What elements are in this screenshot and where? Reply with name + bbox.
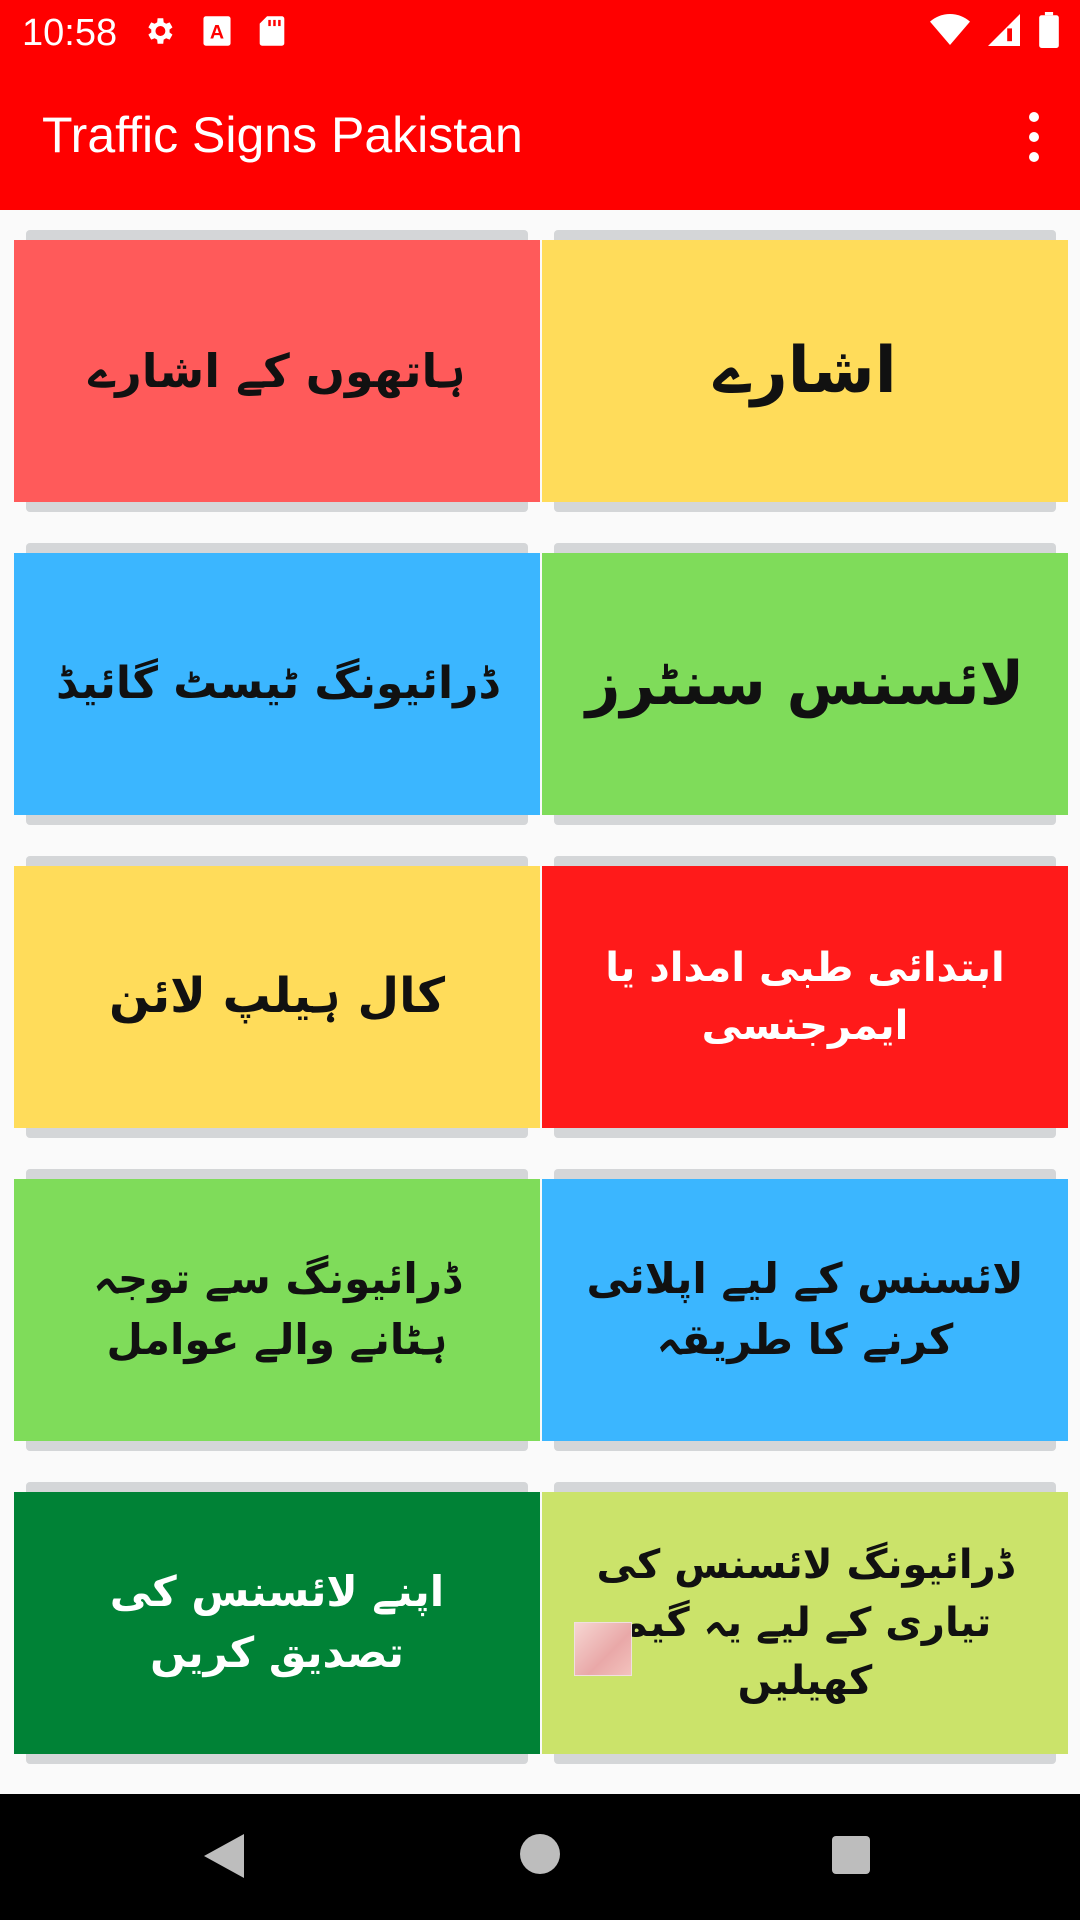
card-label: ڈرائیونگ لائسنس کی تیاری کے لیے یہ گیم ک… (596, 1542, 1014, 1704)
app-bar: 10:58 A Traffic Signs Pakistan (0, 0, 1080, 210)
card-label: ابتدائی طبی امداد یا ایمرجنسی (605, 945, 1005, 1049)
card-face[interactable]: اپنے لائسنس کی تصدیق کریں (14, 1492, 540, 1754)
home-icon[interactable] (520, 1834, 560, 1874)
card-face[interactable]: ڈرائیونگ سے توجہ ہٹانے والے عوامل (14, 1179, 540, 1441)
card-face[interactable]: کال ہیلپ لائن (14, 866, 540, 1128)
card-label: ہاتھوں کے اشارے (88, 343, 466, 398)
card-verify-license[interactable]: اپنے لائسنس کی تصدیق کریں (14, 1472, 540, 1764)
gear-icon (142, 14, 176, 52)
svg-text:A: A (210, 21, 224, 43)
card-label: ڈرائیونگ سے توجہ ہٹانے والے عوامل (93, 1254, 461, 1364)
sd-card-icon (258, 15, 286, 51)
overflow-menu-icon[interactable] (1016, 112, 1052, 162)
category-grid: ہاتھوں کے اشارے اشارے ڈرائیونگ ٹیسٹ گائی… (0, 210, 1080, 1794)
card-face[interactable]: ہاتھوں کے اشارے (14, 240, 540, 502)
game-thumbnail-image (574, 1622, 632, 1676)
navigation-bar (0, 1794, 1080, 1920)
recents-icon[interactable] (832, 1836, 870, 1874)
card-face[interactable]: ڈرائیونگ ٹیسٹ گائیڈ (14, 553, 540, 815)
card-label: لائسنس کے لیے اپلائی کرنے کا طریقہ (586, 1254, 1024, 1364)
card-face[interactable]: لائسنس کے لیے اپلائی کرنے کا طریقہ (542, 1179, 1068, 1441)
card-label: لائسنس سنٹرز (585, 648, 1025, 719)
back-icon[interactable] (204, 1834, 244, 1882)
card-label: کال ہیلپ لائن (108, 968, 446, 1025)
card-label: اپنے لائسنس کی تصدیق کریں (109, 1567, 445, 1677)
card-label: اشارے (713, 333, 897, 408)
card-face[interactable]: لائسنس سنٹرز (542, 553, 1068, 815)
app-title: Traffic Signs Pakistan (42, 107, 523, 163)
wifi-icon (930, 13, 970, 51)
status-time: 10:58 (22, 12, 118, 54)
card-label: ڈرائیونگ ٹیسٹ گائیڈ (55, 658, 499, 710)
card-face[interactable]: اشارے (542, 240, 1068, 502)
battery-icon (1038, 12, 1060, 52)
a-badge-icon: A (202, 15, 232, 51)
card-hand-signals[interactable]: ہاتھوں کے اشارے (14, 220, 540, 512)
status-icons-right (930, 12, 1060, 52)
card-face[interactable]: ابتدائی طبی امداد یا ایمرجنسی (542, 866, 1068, 1128)
card-first-aid[interactable]: ابتدائی طبی امداد یا ایمرجنسی (542, 846, 1068, 1138)
signal-icon (988, 13, 1020, 51)
status-icons-left: A (142, 14, 286, 52)
card-play-game[interactable]: ڈرائیونگ لائسنس کی تیاری کے لیے یہ گیم ک… (542, 1472, 1068, 1764)
card-driving-test-guide[interactable]: ڈرائیونگ ٹیسٹ گائیڈ (14, 533, 540, 825)
card-license-centers[interactable]: لائسنس سنٹرز (542, 533, 1068, 825)
card-apply-license[interactable]: لائسنس کے لیے اپلائی کرنے کا طریقہ (542, 1159, 1068, 1451)
card-distraction-factors[interactable]: ڈرائیونگ سے توجہ ہٹانے والے عوامل (14, 1159, 540, 1451)
card-face[interactable]: ڈرائیونگ لائسنس کی تیاری کے لیے یہ گیم ک… (542, 1492, 1068, 1754)
card-call-helpline[interactable]: کال ہیلپ لائن (14, 846, 540, 1138)
card-signs[interactable]: اشارے (542, 220, 1068, 512)
